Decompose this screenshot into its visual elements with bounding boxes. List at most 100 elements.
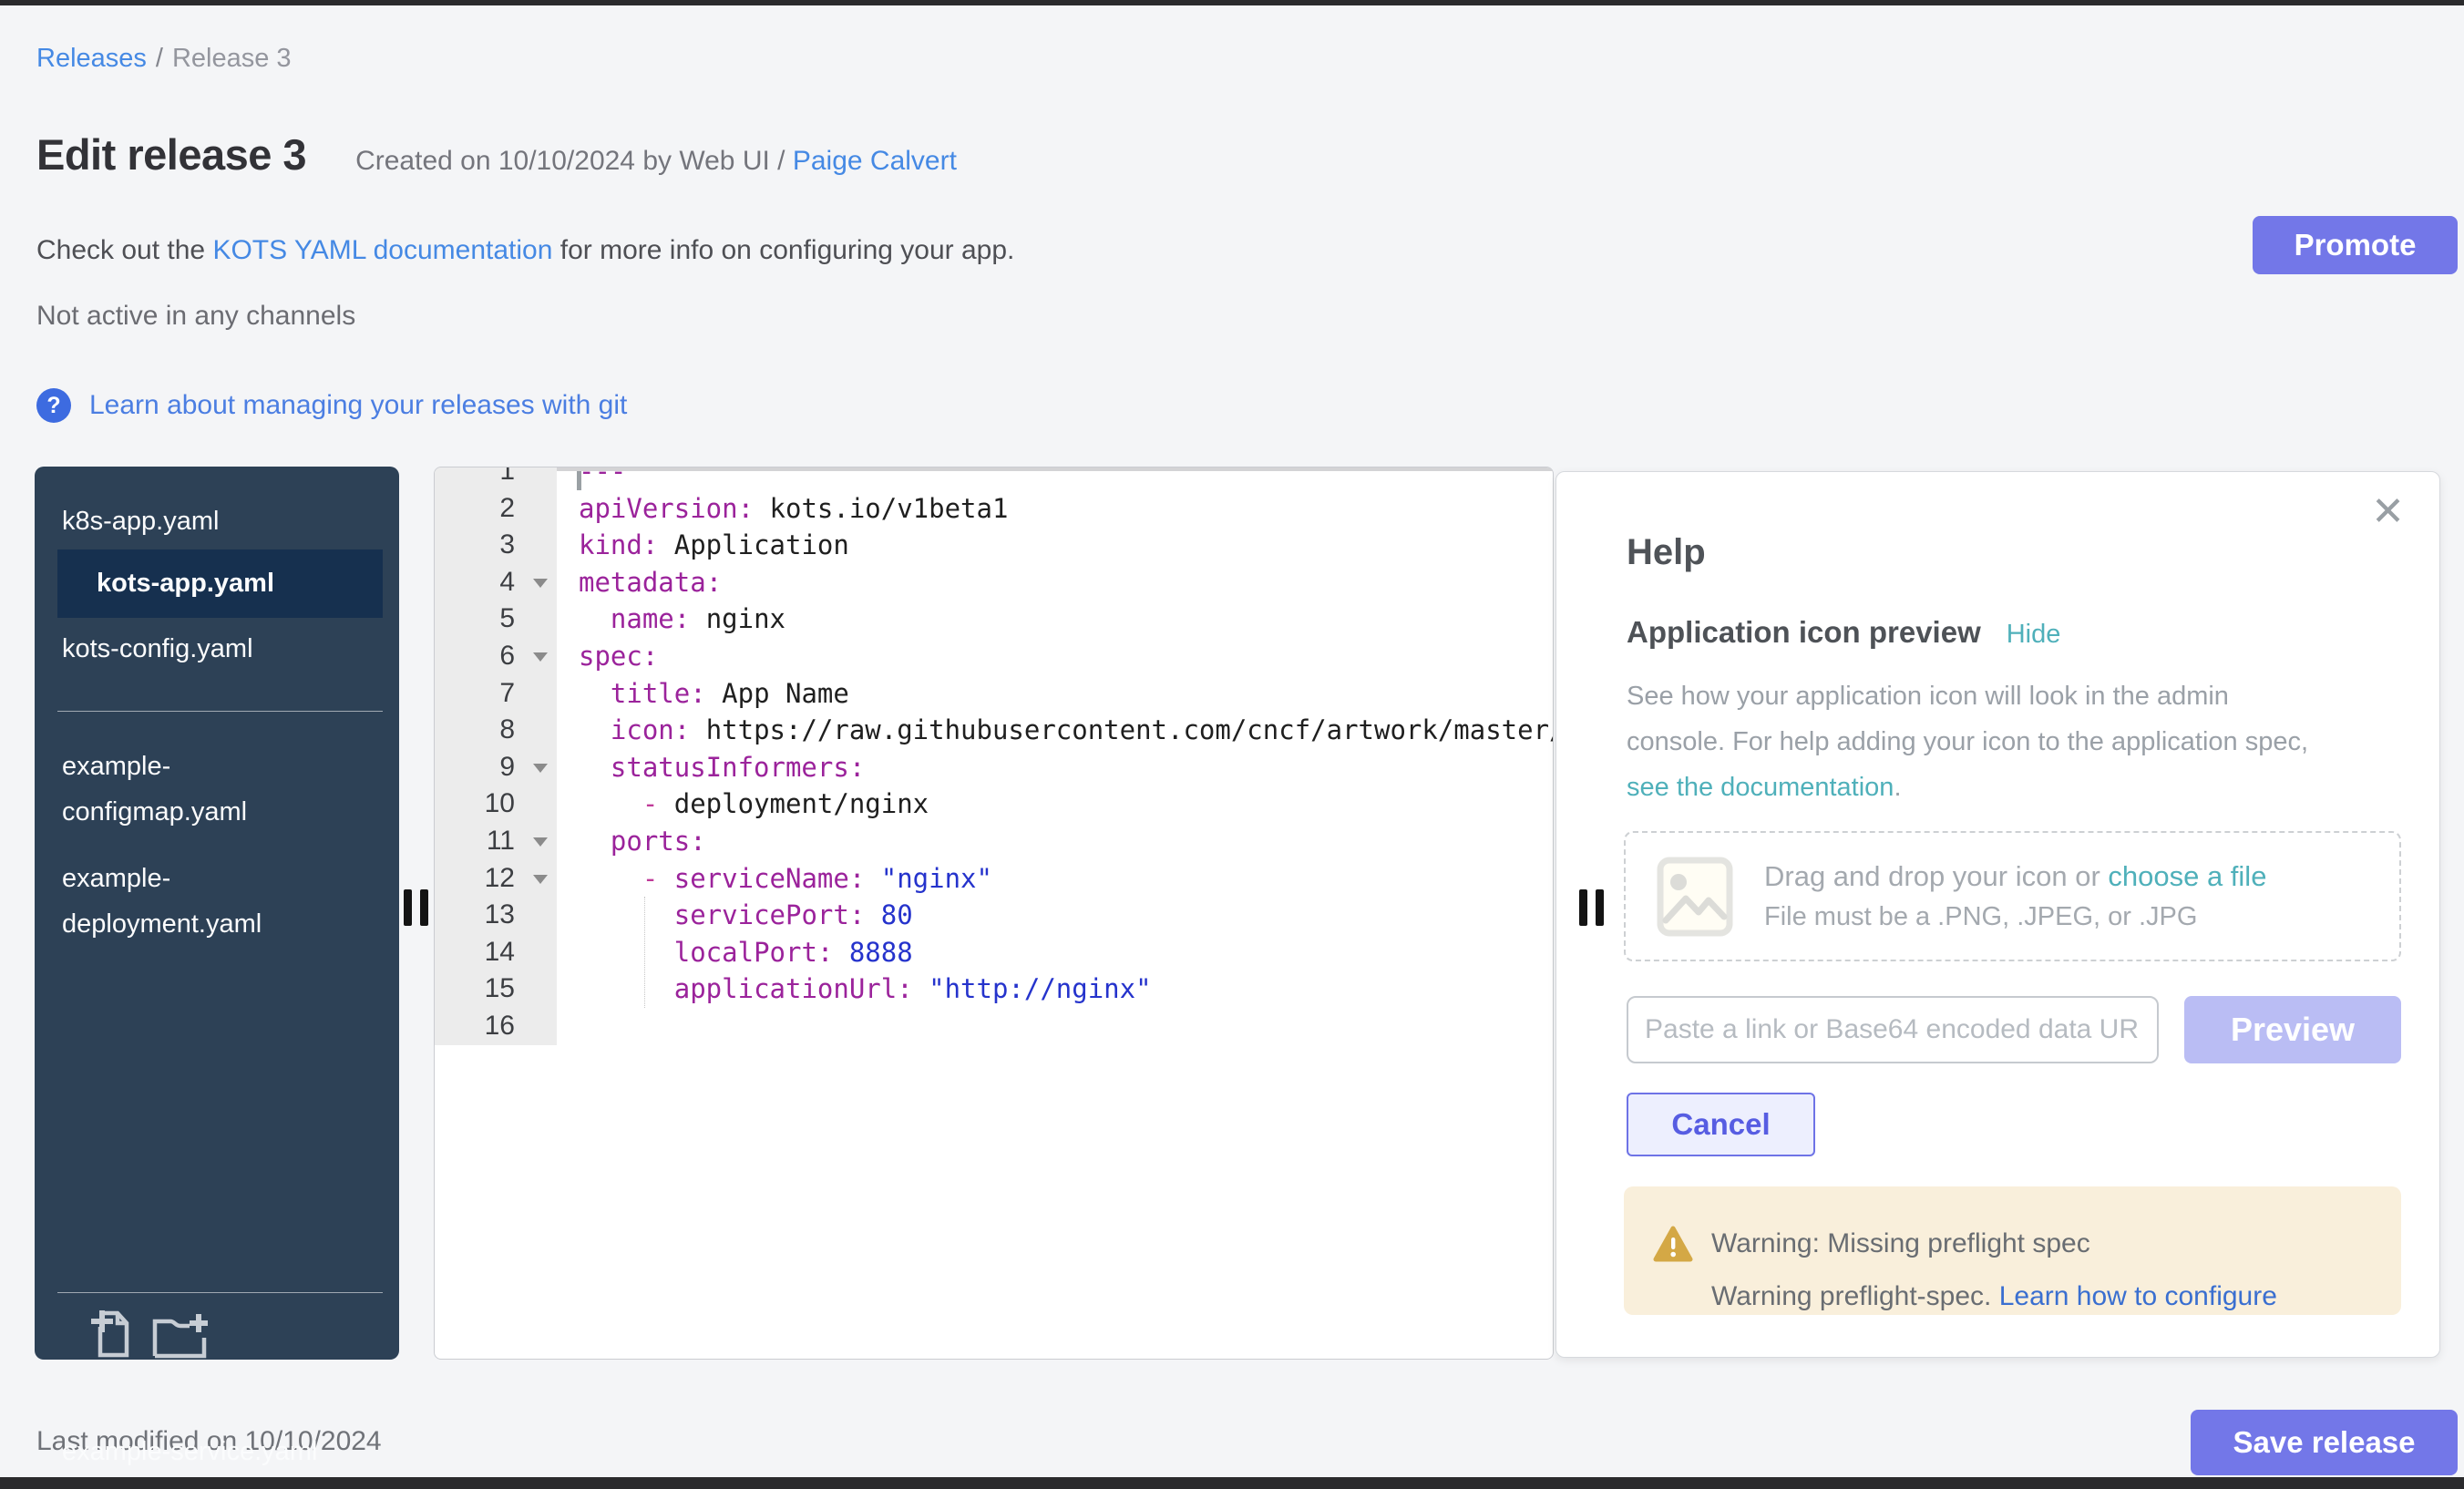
code-text: - serviceName: "nginx" xyxy=(557,860,1553,898)
code-line[interactable]: 1--- xyxy=(435,467,1553,490)
code-line[interactable]: 5 name: nginx xyxy=(435,601,1553,638)
new-file-icon[interactable] xyxy=(89,1309,131,1360)
code-line[interactable]: 16 xyxy=(435,1008,1553,1045)
fold-arrow-icon[interactable] xyxy=(533,875,548,884)
promote-button[interactable]: Promote xyxy=(2253,216,2458,274)
dropzone-subtext: File must be a .PNG, .JPEG, or .JPG xyxy=(1764,902,2266,932)
file-list-divider xyxy=(57,711,383,712)
save-release-button[interactable]: Save release xyxy=(2191,1410,2458,1475)
preview-button[interactable]: Preview xyxy=(2184,996,2401,1063)
code-text: title: App Name xyxy=(557,675,1553,713)
file-item-example-deployment-yaml[interactable]: example-deployment.yaml xyxy=(35,856,399,947)
warning-triangle-icon xyxy=(1653,1225,1693,1263)
git-learn-row: ? Learn about managing your releases wit… xyxy=(36,388,627,423)
line-number: 14 xyxy=(435,934,557,971)
sidebar-divider xyxy=(57,1292,383,1293)
line-number: 2 xyxy=(435,490,557,528)
code-line[interactable]: 3kind: Application xyxy=(435,527,1553,564)
code-line[interactable]: 9 statusInformers: xyxy=(435,749,1553,786)
code-text: spec: xyxy=(557,638,1553,675)
icon-preview-section-title: Application icon preview xyxy=(1627,615,1981,650)
line-number: 12 xyxy=(435,860,557,898)
breadcrumb-releases-link[interactable]: Releases xyxy=(36,44,147,73)
page-title: Edit release 3 xyxy=(36,129,306,180)
code-line[interactable]: 8 icon: https://raw.githubusercontent.co… xyxy=(435,712,1553,749)
code-line[interactable]: 12 - serviceName: "nginx" xyxy=(435,860,1553,898)
file-tree-sidebar: k8s-app.yamlkots-app.yamlkots-config.yam… xyxy=(35,467,399,1360)
line-number: 3 xyxy=(435,527,557,564)
line-number: 5 xyxy=(435,601,557,638)
code-text: --- xyxy=(557,467,1553,490)
git-learn-link[interactable]: Learn about managing your releases with … xyxy=(89,390,627,421)
code-text: kind: Application xyxy=(557,527,1553,564)
icon-dropzone[interactable]: Drag and drop your icon or choose a file… xyxy=(1624,831,2401,961)
help-panel: ✕ Help Application icon preview Hide See… xyxy=(1555,471,2440,1358)
line-number: 13 xyxy=(435,897,557,934)
code-rows: 1---2apiVersion: kots.io/v1beta13kind: A… xyxy=(435,467,1553,1045)
code-line[interactable]: 4metadata: xyxy=(435,564,1553,601)
kots-yaml-doc-link[interactable]: KOTS YAML documentation xyxy=(212,235,552,265)
learn-configure-link[interactable]: Learn how to configure xyxy=(1999,1281,2277,1311)
file-item-kots-app-yaml[interactable]: kots-app.yaml xyxy=(57,549,383,618)
warning-title: Warning: Missing preflight spec xyxy=(1711,1228,2090,1259)
yaml-editor[interactable]: 1---2apiVersion: kots.io/v1beta13kind: A… xyxy=(434,467,1554,1360)
breadcrumb: Releases / Release 3 xyxy=(36,44,292,74)
code-line[interactable]: 15 applicationUrl: "http://nginx" xyxy=(435,970,1553,1008)
window-chrome-top xyxy=(0,0,2464,5)
code-line[interactable]: 10 - deployment/nginx xyxy=(435,786,1553,823)
code-text: name: nginx xyxy=(557,601,1553,638)
pane-resize-handle-left[interactable] xyxy=(420,889,428,926)
title-row: Edit release 3 Created on 10/10/2024 by … xyxy=(36,129,957,180)
code-text xyxy=(557,1008,1553,1045)
fold-arrow-icon[interactable] xyxy=(533,579,548,588)
code-text: metadata: xyxy=(557,564,1553,601)
code-line[interactable]: 13 servicePort: 80 xyxy=(435,897,1553,934)
help-body-line2: console. For help adding your icon to th… xyxy=(1627,727,2308,757)
cancel-button[interactable]: Cancel xyxy=(1627,1093,1815,1156)
dropzone-text: Drag and drop your icon or choose a file xyxy=(1764,860,2266,893)
fold-arrow-icon[interactable] xyxy=(533,652,548,662)
code-line[interactable]: 11 ports: xyxy=(435,823,1553,860)
hide-link[interactable]: Hide xyxy=(2007,620,2061,650)
fold-arrow-icon[interactable] xyxy=(533,764,548,773)
close-icon[interactable]: ✕ xyxy=(2371,492,2405,532)
code-line[interactable]: 6spec: xyxy=(435,638,1553,675)
window-chrome-bottom xyxy=(0,1477,2464,1489)
line-number: 8 xyxy=(435,712,557,749)
line-number: 11 xyxy=(435,823,557,860)
file-item-kots-config-yaml[interactable]: kots-config.yaml xyxy=(35,619,399,679)
code-text: servicePort: 80 xyxy=(557,897,1553,934)
icon-url-input[interactable] xyxy=(1627,996,2159,1063)
file-item-k8s-app-yaml[interactable]: k8s-app.yaml xyxy=(35,492,399,550)
code-line[interactable]: 14 localPort: 8888 xyxy=(435,934,1553,971)
code-text: statusInformers: xyxy=(557,749,1553,786)
doc-hint-line: Check out the KOTS YAML documentation fo… xyxy=(36,235,1014,266)
code-text: applicationUrl: "http://nginx" xyxy=(557,970,1553,1008)
code-text: - deployment/nginx xyxy=(557,786,1553,823)
line-number: 1 xyxy=(435,467,557,490)
code-line[interactable]: 2apiVersion: kots.io/v1beta1 xyxy=(435,490,1553,528)
line-number: 4 xyxy=(435,564,557,601)
see-documentation-link[interactable]: see the documentation xyxy=(1627,773,1894,802)
pane-resize-handle-right[interactable] xyxy=(1579,889,1587,926)
breadcrumb-current: Release 3 xyxy=(172,44,292,73)
file-item-example-service-yaml[interactable]: example-service.yaml xyxy=(35,1429,399,1474)
channel-status: Not active in any channels xyxy=(36,301,355,332)
help-title: Help xyxy=(1627,532,1706,573)
pane-resize-handle-right[interactable] xyxy=(1596,889,1604,926)
breadcrumb-separator: / xyxy=(156,44,163,73)
file-item-example-configmap-yaml[interactable]: example-configmap.yaml xyxy=(35,744,399,835)
created-meta: Created on 10/10/2024 by Web UI / Paige … xyxy=(355,146,957,177)
help-body-line3: see the documentation. xyxy=(1627,773,1902,803)
new-folder-icon[interactable] xyxy=(151,1310,210,1360)
line-number: 6 xyxy=(435,638,557,675)
line-number: 10 xyxy=(435,786,557,823)
code-line[interactable]: 7 title: App Name xyxy=(435,675,1553,713)
fold-arrow-icon[interactable] xyxy=(533,837,548,847)
code-text: apiVersion: kots.io/v1beta1 xyxy=(557,490,1553,528)
line-number: 7 xyxy=(435,675,557,713)
pane-resize-handle-left[interactable] xyxy=(404,889,412,926)
author-link[interactable]: Paige Calvert xyxy=(793,146,957,176)
choose-file-link[interactable]: choose a file xyxy=(2108,860,2266,892)
line-number: 16 xyxy=(435,1008,557,1045)
